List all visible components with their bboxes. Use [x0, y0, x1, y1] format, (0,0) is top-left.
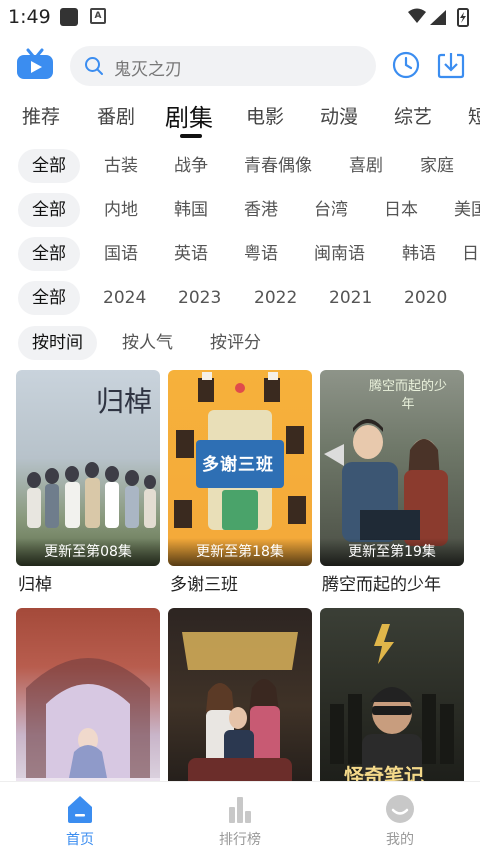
nav-profile-label: 我的: [386, 832, 414, 848]
sort-by-rating[interactable]: 按评分: [210, 326, 261, 360]
bottom-navigation: 首页 排行榜 我的: [0, 781, 480, 854]
filter-genre-option[interactable]: 家庭: [420, 149, 454, 183]
show-poster[interactable]: 怪奇笔记: [320, 608, 464, 804]
year-filter-row: 全部 2024 2023 2022 2021 2020: [0, 281, 480, 319]
poster-title-text: 腾空而起的少年: [368, 379, 447, 412]
filter-region-option[interactable]: 日本: [384, 193, 418, 227]
filter-region-option[interactable]: 内地: [104, 193, 138, 227]
filter-year-option[interactable]: 2024: [103, 281, 146, 315]
notification-icon: [60, 8, 78, 26]
filter-genre-option[interactable]: 青春偶像: [244, 149, 312, 183]
active-tab-indicator: [180, 134, 202, 138]
filter-year-all[interactable]: 全部: [18, 281, 80, 315]
search-input[interactable]: 鬼灭之刃: [70, 46, 376, 86]
tab-anime-series[interactable]: 番剧: [97, 102, 135, 129]
nav-ranking-label: 排行榜: [219, 832, 261, 848]
show-poster[interactable]: 归棹 更新至第08集: [16, 370, 160, 566]
show-poster[interactable]: 多谢三班 更新至第18集: [168, 370, 312, 566]
tab-animation[interactable]: 动漫: [320, 102, 358, 129]
filter-language-option[interactable]: 闽南语: [314, 237, 365, 271]
status-time: 1:49: [8, 6, 51, 28]
filter-genre-option[interactable]: 喜剧: [349, 149, 383, 183]
poster-title-text: 多谢三班: [202, 455, 274, 475]
app-notification-icon: A: [90, 8, 106, 24]
filter-language-all[interactable]: 全部: [18, 237, 80, 271]
show-poster[interactable]: 腾空而起的少年 更新至第19集: [320, 370, 464, 566]
tab-drama[interactable]: 剧集: [165, 98, 213, 133]
home-icon: [68, 796, 92, 823]
poster-title-text: 归棹: [95, 385, 152, 418]
sort-by-popularity[interactable]: 按人气: [122, 326, 173, 360]
filter-language-option[interactable]: 英语: [174, 237, 208, 271]
show-title: 归棹: [18, 575, 52, 595]
filter-year-option[interactable]: 2023: [178, 281, 221, 315]
tab-recommend[interactable]: 推荐: [22, 102, 60, 129]
filter-genre-all[interactable]: 全部: [18, 149, 80, 183]
filter-region-option[interactable]: 韩国: [174, 193, 208, 227]
filter-genre-option[interactable]: 古装: [104, 149, 138, 183]
filter-region-option[interactable]: 美国: [454, 193, 480, 227]
download-icon[interactable]: [436, 50, 466, 80]
show-title: 多谢三班: [170, 575, 238, 595]
search-icon: [85, 57, 103, 75]
filter-genre-option[interactable]: 战争: [174, 149, 208, 183]
profile-icon: [386, 795, 414, 823]
search-placeholder: 鬼灭之刃: [114, 60, 182, 80]
filter-language-option[interactable]: 日: [462, 237, 479, 271]
filter-region-all[interactable]: 全部: [18, 193, 80, 227]
show-title: 腾空而起的少年: [322, 575, 441, 595]
history-icon[interactable]: [391, 50, 421, 80]
nav-ranking[interactable]: 排行榜: [190, 782, 290, 854]
region-filter-row: 全部 内地 韩国 香港 台湾 日本 美国: [0, 193, 480, 231]
language-filter-row: 全部 国语 英语 粤语 闽南语 韩语 日: [0, 237, 480, 275]
sort-by-time[interactable]: 按时间: [18, 326, 97, 360]
nav-home[interactable]: 首页: [30, 782, 130, 854]
episode-badge: 更新至第18集: [168, 538, 312, 566]
episode-badge: 更新至第19集: [320, 538, 464, 566]
filter-language-option[interactable]: 国语: [104, 237, 138, 271]
tab-movie[interactable]: 电影: [246, 102, 284, 129]
filter-year-option[interactable]: 2020: [404, 281, 447, 315]
show-poster[interactable]: [168, 608, 312, 804]
sort-filter-row: 按时间 按人气 按评分: [0, 326, 480, 364]
tv-logo-icon[interactable]: [16, 48, 54, 80]
status-bar: 1:49 A: [0, 0, 480, 34]
filter-year-option[interactable]: 2022: [254, 281, 297, 315]
filter-language-option[interactable]: 粤语: [244, 237, 278, 271]
nav-profile[interactable]: 我的: [350, 782, 450, 854]
system-status-icons: [408, 8, 469, 27]
tab-short[interactable]: 短: [468, 102, 480, 129]
filter-region-option[interactable]: 台湾: [314, 193, 348, 227]
ranking-icon: [229, 797, 251, 823]
filter-year-option[interactable]: 2021: [329, 281, 372, 315]
genre-filter-row: 全部 古装 战争 青春偶像 喜剧 家庭: [0, 149, 480, 187]
filter-region-option[interactable]: 香港: [244, 193, 278, 227]
top-bar: 鬼灭之刃: [0, 44, 480, 90]
show-poster[interactable]: [16, 608, 160, 804]
tab-variety[interactable]: 综艺: [394, 102, 432, 129]
poster-art: [182, 632, 298, 804]
category-tabs: 推荐 番剧 剧集 电影 动漫 综艺 短: [0, 96, 480, 142]
poster-art: [16, 658, 160, 804]
episode-badge: 更新至第08集: [16, 538, 160, 566]
filter-language-option[interactable]: 韩语: [402, 237, 436, 271]
nav-home-label: 首页: [66, 832, 94, 848]
